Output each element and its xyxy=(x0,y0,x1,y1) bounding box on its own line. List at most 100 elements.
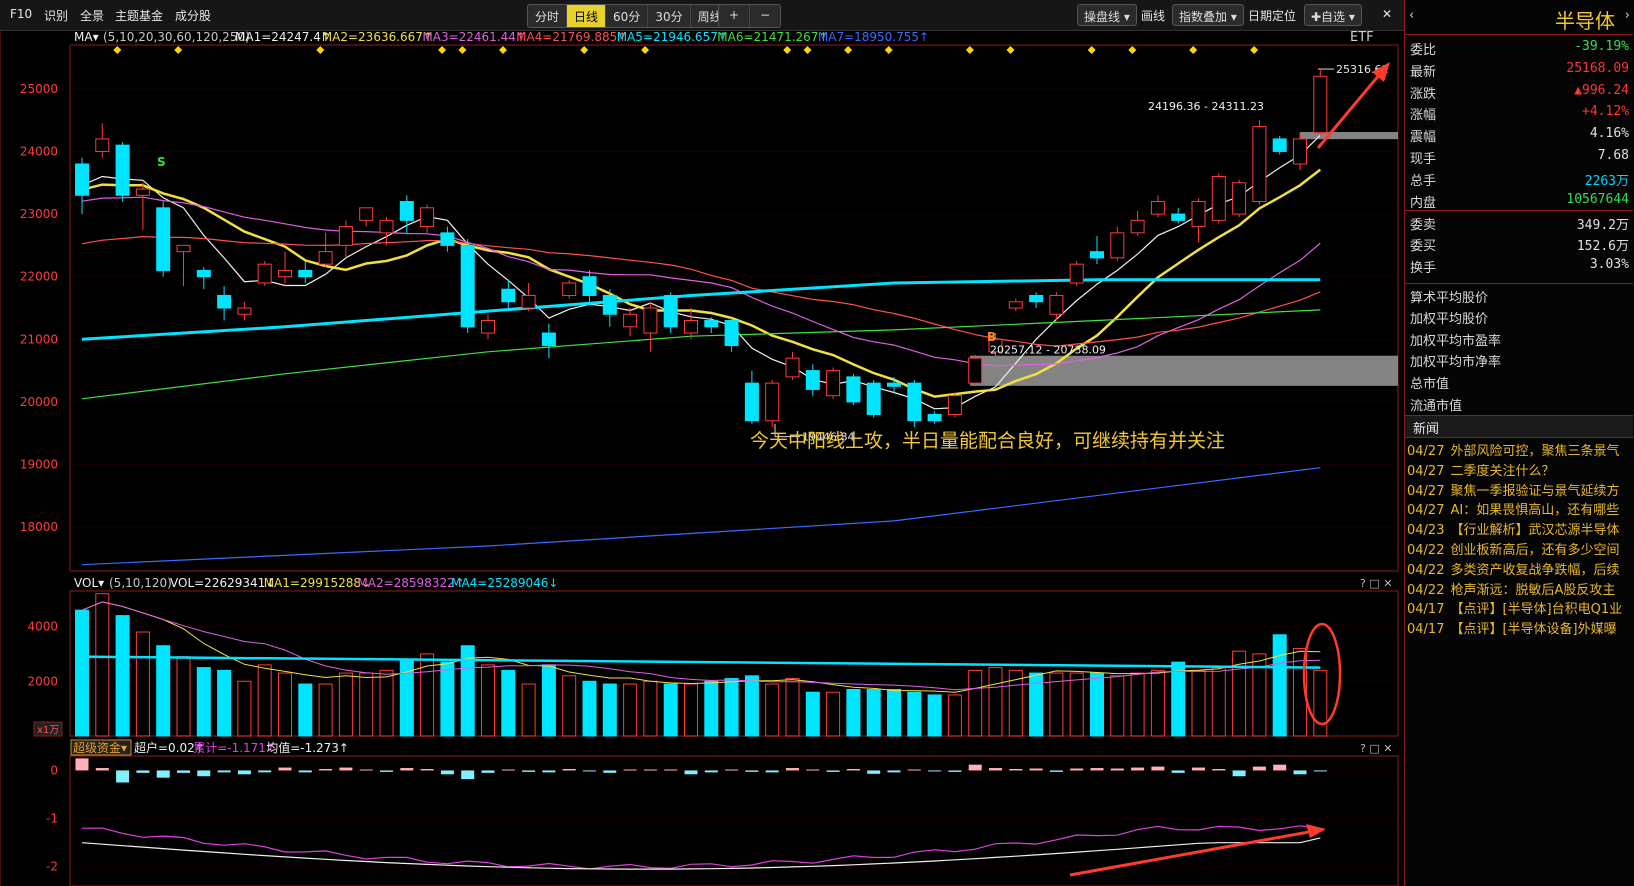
flow-bar xyxy=(542,770,556,773)
flow-bar xyxy=(1090,768,1104,771)
period-tab-minute[interactable]: 分时 xyxy=(528,5,568,27)
flow-bar xyxy=(522,770,536,772)
quote-side-panel: ‹ 半导体 › 委比 -39.19% 最新 25168.09 涨跌 ▲996.24 涨幅 +4… xyxy=(1404,0,1634,886)
zoom-out-button[interactable]: − xyxy=(750,5,780,27)
news-item[interactable]: 04/22 创业板新高后，还有多少空间 xyxy=(1407,539,1633,559)
flow-value-readouts: 超户=0.02↑累计=-1.171↑均值=-1.273↑ xyxy=(134,740,349,755)
flow-bar xyxy=(684,770,698,775)
volume-bar xyxy=(643,680,658,737)
quote-value: 4.16% xyxy=(1589,126,1629,142)
candle-body xyxy=(1293,138,1307,165)
constituents-button[interactable]: 成分股 xyxy=(175,7,211,24)
flow-bar xyxy=(1192,767,1205,771)
stat-link[interactable]: 总市值 xyxy=(1405,370,1633,392)
stat-link-label: 加权平均市盈率 xyxy=(1410,333,1502,349)
signal-diamond xyxy=(641,46,650,54)
candle-body xyxy=(75,163,89,196)
stat-link[interactable]: 流通市值 xyxy=(1405,392,1633,414)
indicator-readout: MA2=23636.667↑ xyxy=(322,30,433,44)
quote-label: 总手 xyxy=(1410,173,1437,189)
index-overlay-dropdown[interactable]: 指数叠加 ▾ xyxy=(1172,4,1244,26)
news-item[interactable]: 04/17 【点评】[半导体]台积电Q1业 xyxy=(1407,598,1633,618)
volume-bar xyxy=(1313,669,1328,737)
flow-bar xyxy=(420,769,434,771)
flow-panel-controls[interactable]: ? □ ✕ xyxy=(1360,742,1392,755)
news-item[interactable]: 04/22 多类资产收复战争跌幅，后续 xyxy=(1407,559,1633,579)
flow-bar xyxy=(1273,764,1287,771)
candle-body xyxy=(338,226,353,246)
quote-row: 最新 25168.09 xyxy=(1405,58,1633,80)
volume-bar xyxy=(785,678,800,737)
candle-body xyxy=(887,382,901,387)
period-tab-30min[interactable]: 30分 xyxy=(648,5,691,27)
stat-link[interactable]: 算术平均股价 xyxy=(1405,283,1633,306)
zoom-controls: + − xyxy=(718,4,782,28)
candle-body xyxy=(196,269,211,278)
ma-line xyxy=(81,278,1321,341)
y-tick-label: 20000 xyxy=(20,395,58,409)
period-tab-daily[interactable]: 日线 xyxy=(567,5,607,27)
flow-bar xyxy=(907,769,921,771)
add-favorite-dropdown[interactable]: ✚自选 ▾ xyxy=(1304,4,1362,26)
volume-bar xyxy=(298,683,313,737)
news-item[interactable]: 04/27 AI：如果畏惧高山，还有哪些 xyxy=(1407,499,1633,519)
stat-link[interactable]: 加权平均股价 xyxy=(1405,305,1633,327)
zoom-in-button[interactable]: + xyxy=(719,5,751,27)
quote-label: 内盘 xyxy=(1410,195,1437,211)
news-headline: AI：如果畏惧高山，还有哪些 xyxy=(1450,503,1620,519)
signal-diamond xyxy=(1250,46,1259,54)
news-item[interactable]: 04/17 【点评】[半导体设备]外媒曝 xyxy=(1407,618,1633,638)
indicator-readout: MA3=22461.44↑ xyxy=(422,30,526,44)
stat-link-label: 加权平均市净率 xyxy=(1410,355,1502,371)
volume-bar xyxy=(481,664,495,737)
kline-chart-area[interactable]: 1800019000200002100022000230002400025000… xyxy=(0,30,1404,886)
news-headline: 外部风险可控，聚焦三条景气 xyxy=(1450,444,1620,459)
overview-button[interactable]: 全景 xyxy=(80,7,104,24)
period-tab-60min[interactable]: 60分 xyxy=(606,5,649,27)
signal-diamond xyxy=(1087,46,1096,54)
candle-body xyxy=(115,144,130,196)
flow-selector-button[interactable]: 超级资金▾ xyxy=(73,740,127,755)
stat-link[interactable]: 加权平均市净率 xyxy=(1405,348,1633,370)
f10-button[interactable]: F10 xyxy=(10,7,32,21)
theme-fund-button[interactable]: 主题基金 xyxy=(115,7,163,24)
flow-bar xyxy=(1070,768,1084,771)
vol-selector-button[interactable]: VOL▾ xyxy=(74,576,104,590)
draw-line-button[interactable]: 画线 xyxy=(1141,7,1165,24)
quote-label: 委卖 xyxy=(1410,218,1437,234)
vol-unit-label: x1万 xyxy=(37,725,59,736)
chevron-left-icon[interactable]: ‹ xyxy=(1409,8,1414,23)
identify-button[interactable]: 识别 xyxy=(44,7,68,24)
quote-value: 10567644 xyxy=(1566,191,1629,207)
flow-bar xyxy=(867,770,881,774)
news-date: 04/22 xyxy=(1407,562,1445,578)
flow-bar xyxy=(481,770,495,773)
news-item[interactable]: 04/23 【行业解析】武汉芯源半导体 xyxy=(1407,519,1633,539)
quote-value: 349.2万 xyxy=(1576,218,1629,234)
candle-body xyxy=(1110,232,1125,259)
close-icon[interactable]: ✕ xyxy=(1382,7,1392,21)
flow-bar xyxy=(968,764,982,771)
stat-link[interactable]: 加权平均市盈率 xyxy=(1405,327,1633,349)
news-item[interactable]: 04/22 枪声渐远：脱敏后A股反攻主 xyxy=(1407,579,1633,599)
signal-diamond xyxy=(316,46,325,54)
volume-bar xyxy=(623,683,638,737)
news-item[interactable]: 04/27 聚焦一季报验证与景气延续方 xyxy=(1407,480,1633,500)
news-item[interactable]: 04/27 外部风险可控，聚焦三条景气 xyxy=(1407,440,1633,460)
flow-bar xyxy=(156,770,170,778)
signal-diamond xyxy=(884,46,893,54)
volume-bar xyxy=(1049,672,1064,737)
ma-selector-button[interactable]: MA▾ xyxy=(74,30,99,44)
chips-dropdown[interactable]: 操盘线 ▾ xyxy=(1077,4,1137,26)
candle-body xyxy=(541,332,556,347)
date-locate-button[interactable]: 日期定位 xyxy=(1248,7,1296,24)
vol-panel-controls[interactable]: ? □ ✕ xyxy=(1360,577,1392,590)
quote-row: 涨跌 ▲996.24 xyxy=(1405,80,1633,102)
news-date: 04/17 xyxy=(1407,622,1445,638)
candle-body xyxy=(1150,201,1165,215)
quote-label: 现手 xyxy=(1410,152,1437,167)
flow-bar xyxy=(562,769,576,771)
chevron-right-icon[interactable]: › xyxy=(1625,8,1630,23)
news-item[interactable]: 04/27 二季度关注什么？ xyxy=(1407,460,1633,480)
indicator-readout: MA2=28598322↑ xyxy=(357,576,464,590)
